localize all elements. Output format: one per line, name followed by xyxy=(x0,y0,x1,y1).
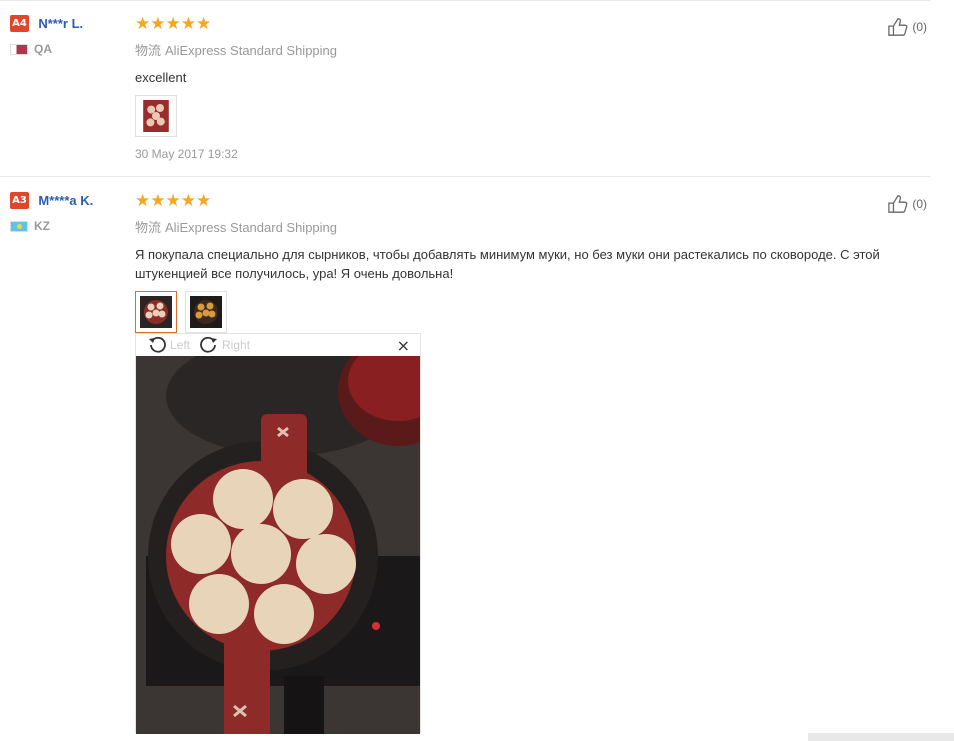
review-photos xyxy=(135,95,925,137)
rotate-left-icon xyxy=(149,336,166,353)
reviewer-name[interactable]: M****a K. xyxy=(38,193,93,208)
shipping-info: 物流 AliExpress Standard Shipping xyxy=(135,217,925,236)
review-photos xyxy=(135,291,925,339)
review-item: A3 M****a K. KZ ★★★★★ 物流 AliExpress Stand… xyxy=(0,178,930,741)
reviewer-info: A4 N***r L. QA xyxy=(10,15,130,56)
viewer-toolbar: Left Right × xyxy=(136,334,420,356)
thumb-up-icon xyxy=(888,195,908,213)
reviewer-country: QA xyxy=(10,42,130,56)
reviewer-country: KZ xyxy=(10,219,130,233)
buyer-level-badge: A4 xyxy=(10,15,29,32)
rotate-left-label: Left xyxy=(170,338,191,352)
shipping-method: AliExpress Standard Shipping xyxy=(165,43,338,58)
close-icon[interactable]: × xyxy=(397,336,410,355)
qatar-flag-icon xyxy=(10,43,28,55)
review-item: A4 N***r L. QA ★★★★★ 物流 AliExpress Standa… xyxy=(0,0,930,177)
review-photo-thumbnail-active[interactable] xyxy=(135,291,177,339)
shipping-info: 物流 AliExpress Standard Shipping xyxy=(135,40,925,59)
buyer-level-badge: A3 xyxy=(10,192,29,209)
review-text: excellent xyxy=(135,70,187,85)
helpful-button[interactable]: (0) xyxy=(887,17,927,37)
review-date: 30 May 2017 19:32 xyxy=(135,147,238,161)
rotate-right-label: Right xyxy=(222,338,251,352)
cooked-pancakes-photo xyxy=(190,296,222,328)
shipping-label: 物流 xyxy=(135,43,162,58)
review-text: Я покупала специально для сырников, чтоб… xyxy=(135,247,880,281)
review-body: ★★★★★ 物流 AliExpress Standard Shipping exc… xyxy=(135,15,925,161)
star-rating: ★★★★★ xyxy=(135,191,212,210)
helpful-count: (0) xyxy=(912,197,927,211)
rotate-right-button[interactable]: Right xyxy=(198,336,250,354)
reviewer-name[interactable]: N***r L. xyxy=(38,16,83,31)
pancake-mold-large-photo xyxy=(136,356,420,734)
country-code: KZ xyxy=(34,219,50,233)
shipping-label: 物流 xyxy=(135,220,162,235)
kazakhstan-flag-icon xyxy=(10,220,28,232)
rotate-right-icon xyxy=(200,336,218,353)
shipping-method: AliExpress Standard Shipping xyxy=(165,220,338,235)
reviewer-info: A3 M****a K. KZ xyxy=(10,192,130,233)
review-photo-thumbnail[interactable] xyxy=(185,291,227,333)
thumb-up-icon xyxy=(888,18,908,36)
helpful-count: (0) xyxy=(912,20,927,34)
photo-viewer: Left Right × xyxy=(135,333,421,734)
review-body: ★★★★★ 物流 AliExpress Standard Shipping Я п… xyxy=(135,191,925,339)
star-rating: ★★★★★ xyxy=(135,14,212,33)
horizontal-scrollbar[interactable] xyxy=(808,733,954,741)
pancake-mold-photo xyxy=(143,100,169,132)
pancake-mold-photo xyxy=(140,296,172,328)
review-photo-thumbnail[interactable] xyxy=(135,95,177,137)
country-code: QA xyxy=(34,42,52,56)
helpful-button[interactable]: (0) xyxy=(887,194,927,214)
rotate-left-button[interactable]: Left xyxy=(146,336,190,354)
